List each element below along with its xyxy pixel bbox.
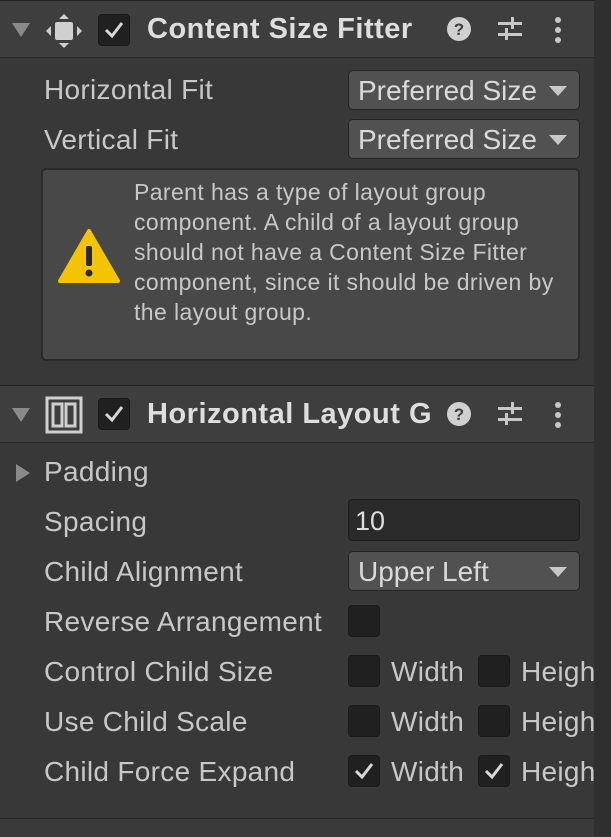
horizontal-layout-group-enabled-checkbox[interactable]	[98, 398, 130, 430]
use-child-scale-width-checkbox[interactable]	[348, 705, 380, 737]
svg-text:?: ?	[454, 405, 464, 424]
height-label: Height	[521, 706, 594, 737]
width-label: Width	[391, 756, 465, 787]
warning-message: Parent has a type of layout group compon…	[134, 179, 554, 325]
padding-fold-arrow-icon[interactable]	[16, 464, 30, 482]
spacing-field[interactable]: 10	[348, 499, 580, 541]
vertical-fit-label: Vertical Fit	[44, 124, 179, 155]
child-force-expand-width-checkbox[interactable]	[348, 755, 380, 787]
control-child-size-width-checkbox[interactable]	[348, 655, 380, 687]
horizontal-layout-group-header[interactable]: Horizontal Layout Group ?	[0, 385, 594, 443]
help-icon[interactable]: ?	[445, 400, 473, 428]
chevron-down-icon	[549, 135, 567, 145]
help-icon[interactable]: ?	[445, 15, 473, 43]
warning-icon	[58, 229, 120, 283]
child-force-expand-label: Child Force Expand	[44, 756, 296, 787]
reverse-arrangement-checkbox[interactable]	[348, 605, 380, 637]
use-child-scale-height-checkbox[interactable]	[478, 705, 510, 737]
next-component-header-edge	[0, 818, 594, 837]
checkmark-icon	[354, 763, 374, 780]
svg-text:?: ?	[454, 20, 464, 39]
checkmark-icon	[484, 763, 504, 780]
kebab-menu-icon[interactable]	[548, 400, 568, 430]
spacing-label: Spacing	[44, 506, 148, 537]
child-alignment-dropdown[interactable]: Upper Left	[348, 551, 580, 591]
width-label: Width	[391, 706, 465, 737]
control-child-size-label: Control Child Size	[44, 656, 274, 687]
height-label: Height	[521, 656, 594, 687]
checkmark-icon	[104, 406, 124, 423]
content-size-fitter-header[interactable]: Content Size Fitter ?	[0, 0, 594, 58]
vertical-fit-value: Preferred Size	[358, 124, 537, 155]
warning-helpbox: Parent has a type of layout group compon…	[41, 168, 580, 361]
checkmark-icon	[104, 22, 124, 39]
content-size-fitter-icon	[46, 14, 82, 48]
component-title: Horizontal Layout Group	[147, 398, 431, 430]
horizontal-fit-value: Preferred Size	[358, 75, 537, 106]
child-force-expand-height-checkbox[interactable]	[478, 755, 510, 787]
kebab-menu-icon[interactable]	[548, 15, 568, 45]
chevron-down-icon	[549, 86, 567, 96]
width-label: Width	[391, 656, 465, 687]
horizontal-layout-group-icon	[45, 396, 83, 434]
presets-icon[interactable]	[496, 15, 524, 43]
fold-arrow-icon[interactable]	[12, 408, 30, 422]
control-child-size-height-checkbox[interactable]	[478, 655, 510, 687]
height-label: Height	[521, 756, 594, 787]
use-child-scale-label: Use Child Scale	[44, 706, 248, 737]
child-alignment-value: Upper Left	[358, 556, 489, 587]
horizontal-fit-label: Horizontal Fit	[44, 74, 214, 105]
presets-icon[interactable]	[496, 400, 524, 428]
reverse-arrangement-label: Reverse Arrangement	[44, 606, 323, 637]
horizontal-fit-dropdown[interactable]: Preferred Size	[348, 70, 580, 110]
vertical-fit-dropdown[interactable]: Preferred Size	[348, 119, 580, 159]
chevron-down-icon	[549, 567, 567, 577]
child-alignment-label: Child Alignment	[44, 556, 244, 587]
inspector-scrollbar[interactable]	[594, 0, 611, 836]
content-size-fitter-enabled-checkbox[interactable]	[98, 14, 130, 46]
fold-arrow-icon[interactable]	[12, 23, 30, 37]
component-title: Content Size Fitter	[147, 13, 413, 45]
padding-foldout[interactable]: Padding	[44, 456, 149, 488]
spacing-value: 10	[355, 506, 386, 536]
